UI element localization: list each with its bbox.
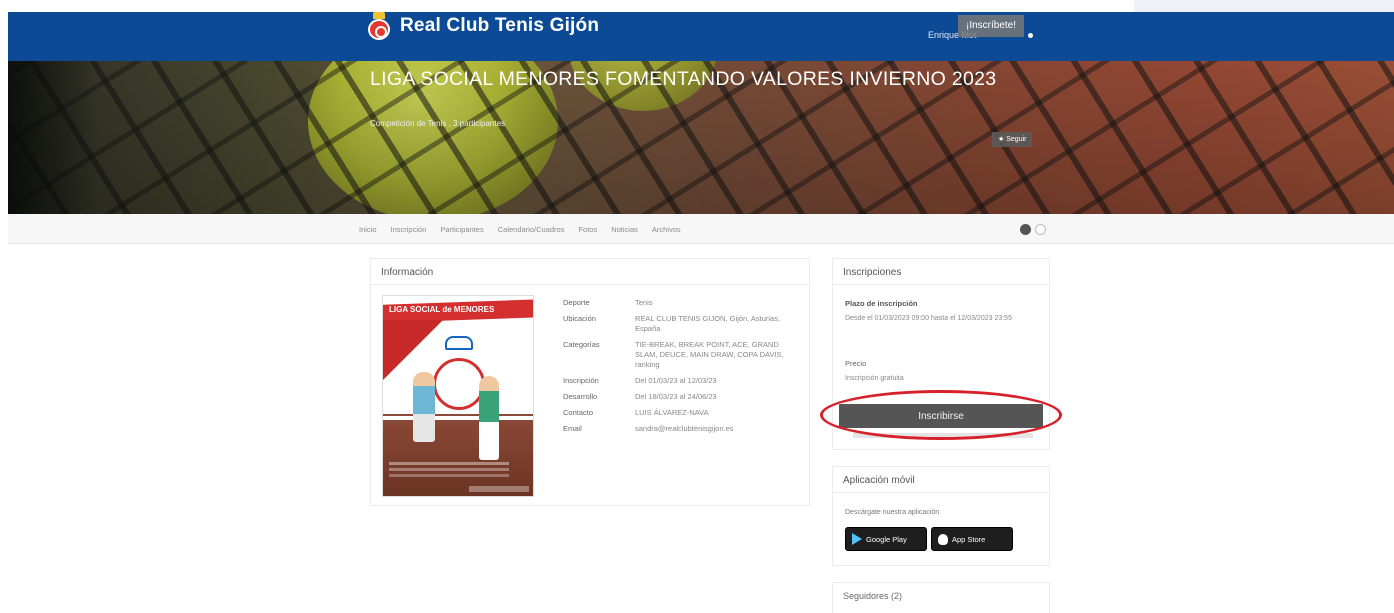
detail-row-ubicacion: Ubicación REAL CLUB TENIS GIJON, Gijón, …	[563, 314, 781, 333]
poster-child-figure	[479, 376, 499, 460]
club-brand[interactable]: Real Club Tenis Gijón	[366, 12, 599, 40]
tab-noticias[interactable]: Noticias	[611, 225, 638, 234]
app-store-button[interactable]: App Store	[931, 527, 1013, 551]
detail-row-email: Email sandra@realclubtenisgijon.es	[563, 424, 734, 433]
detail-row-deporte: Deporte Tenis	[563, 298, 653, 307]
tab-fotos[interactable]: Fotos	[578, 225, 597, 234]
club-crest-icon	[366, 12, 392, 40]
follow-button[interactable]: ★ Seguir	[992, 132, 1033, 147]
detail-row-inscripcion: Inscripción Del 01/03/23 al 12/03/23	[563, 376, 717, 385]
tab-bar: Inicio Inscripción Participantes Calenda…	[8, 214, 1394, 244]
competition-subtitle: Competición de Tenis , 3 participantes	[370, 119, 506, 128]
user-menu-dot-icon[interactable]	[1028, 33, 1033, 38]
tab-inscripcion[interactable]: Inscripción	[391, 225, 427, 234]
poster-emblem-icon	[433, 358, 485, 410]
competition-title: LIGA SOCIAL MENORES FOMENTANDO VALORES I…	[370, 68, 997, 90]
app-card: Aplicación móvil Descárgate nuestra apli…	[832, 466, 1050, 566]
detail-row-categorias: Categorías TIE-BREAK, BREAK POINT, ACE, …	[563, 340, 784, 369]
plazo-label: Plazo de inscripción	[845, 299, 918, 308]
competition-poster: LIGA SOCIAL de MENORES	[382, 295, 534, 497]
google-play-icon	[852, 533, 862, 545]
share-icon[interactable]	[1020, 224, 1031, 235]
club-name: Real Club Tenis Gijón	[400, 15, 600, 36]
inscripciones-heading: Inscripciones	[833, 259, 1049, 285]
precio-label: Precio	[845, 359, 867, 368]
poster-child-figure	[413, 372, 435, 442]
hero-register-button[interactable]: ¡Inscríbete!	[958, 15, 1025, 37]
top-header	[8, 12, 1394, 61]
detail-row-desarrollo: Desarrollo Del 18/03/23 al 24/06/23	[563, 392, 717, 401]
corner-panel	[1134, 0, 1394, 12]
tab-calendario[interactable]: Calendario/Cuadros	[498, 225, 565, 234]
app-description: Descárgate nuestra aplicación	[845, 509, 940, 516]
highlight-annotation	[820, 390, 1062, 440]
app-heading: Aplicación móvil	[833, 467, 1049, 493]
seguidores-heading: Seguidores (2)	[843, 591, 903, 601]
google-play-button[interactable]: Google Play	[845, 527, 927, 551]
poster-title: LIGA SOCIAL de MENORES	[389, 305, 495, 314]
tab-inicio[interactable]: Inicio	[359, 225, 377, 234]
tab-participantes[interactable]: Participantes	[440, 225, 483, 234]
detail-row-contacto: Contacto LUIS ÁLVAREZ-NAVA	[563, 408, 709, 417]
page: Real Club Tenis Gijón Enrique Mot ¡Inscr…	[0, 0, 1394, 613]
poster-crown-icon	[445, 336, 473, 350]
info-heading: Información	[371, 259, 809, 285]
precio-value: Inscripción gratuita	[845, 375, 904, 382]
info-details: Deporte Tenis Ubicación REAL CLUB TENIS …	[563, 298, 803, 440]
settings-icon[interactable]	[1035, 224, 1046, 235]
apple-icon	[938, 533, 948, 545]
plazo-value: Desde el 01/03/2023 09:00 hasta el 12/03…	[845, 315, 1012, 322]
tab-archivos[interactable]: Archivos	[652, 225, 681, 234]
info-card: Información LIGA SOCIAL de MENORES Depor…	[370, 258, 810, 506]
tab-list: Inicio Inscripción Participantes Calenda…	[359, 225, 681, 234]
seguidores-card: Seguidores (2)	[832, 582, 1050, 613]
